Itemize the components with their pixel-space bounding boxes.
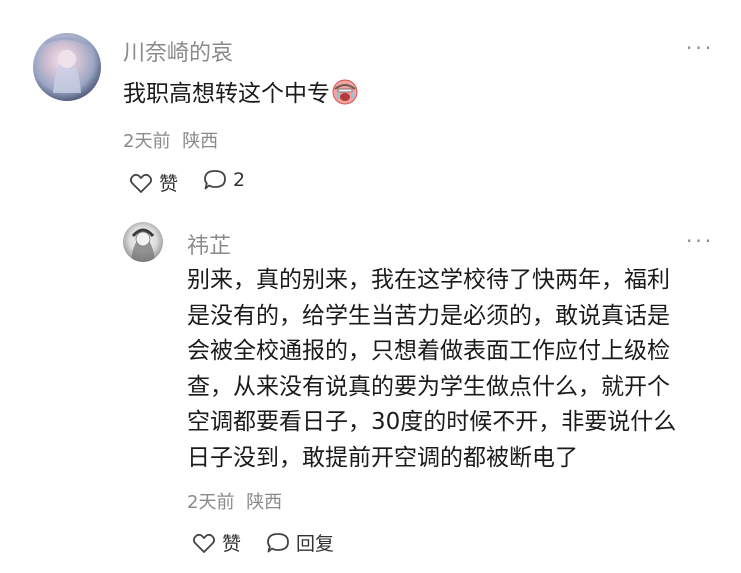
- reply-text-line: 会被全校通报的，只想着做表面工作应付上级检: [187, 338, 670, 364]
- comment-location: 陕西: [182, 131, 219, 152]
- comment-text-content: 我职高想转这个中专: [123, 81, 330, 107]
- reply-meta: 2天前 陕西: [187, 488, 282, 514]
- reply-count-button[interactable]: 2: [203, 169, 245, 191]
- heart-outline-icon: [129, 173, 153, 193]
- heart-outline-icon: [192, 533, 216, 553]
- reply-button[interactable]: 回复: [266, 529, 334, 556]
- reply-username[interactable]: 祎芷: [187, 228, 231, 260]
- more-dots-icon[interactable]: ···: [686, 36, 714, 60]
- reply-count: 2: [233, 169, 246, 191]
- comment-bubble-icon: [204, 170, 226, 190]
- reply-text: 别来，真的别来，我在这学校待了快两年，福利 是没有的，给学生当苦力是必须的，敢说…: [187, 263, 727, 476]
- like-button[interactable]: 赞: [192, 529, 241, 556]
- comment-text: 我职高想转这个中专: [123, 77, 358, 113]
- comment-time: 2天前: [123, 131, 171, 152]
- reply-text-line: 是没有的，给学生当苦力是必须的，敢说真话是: [187, 302, 670, 329]
- reply-text-line: 别来，真的别来，我在这学校待了快两年，福利: [187, 267, 670, 293]
- avatar[interactable]: [33, 33, 101, 101]
- reply-label: 回复: [296, 533, 335, 555]
- comment-bubble-icon: [267, 532, 289, 552]
- like-label: 赞: [159, 173, 179, 195]
- more-dots-icon[interactable]: ···: [686, 229, 714, 253]
- reply-text-line: 日子没到，敢提前开空调的都被断电了: [187, 444, 578, 471]
- crying-face-emoji: [332, 79, 358, 105]
- like-button[interactable]: 赞: [129, 169, 178, 196]
- avatar[interactable]: [123, 222, 163, 262]
- comment-meta: 2天前 陕西: [123, 127, 218, 153]
- reply-time: 2天前: [187, 492, 235, 513]
- reply-text-line: 查，从来没有说真的要为学生做点什么，就开个: [187, 373, 670, 400]
- reply-text-line: 空调都要看日子，30度的时候不开，非要说什么: [187, 409, 677, 435]
- like-label: 赞: [222, 533, 242, 555]
- reply-location: 陕西: [246, 492, 283, 513]
- comment-username[interactable]: 川奈崎的哀: [123, 35, 233, 67]
